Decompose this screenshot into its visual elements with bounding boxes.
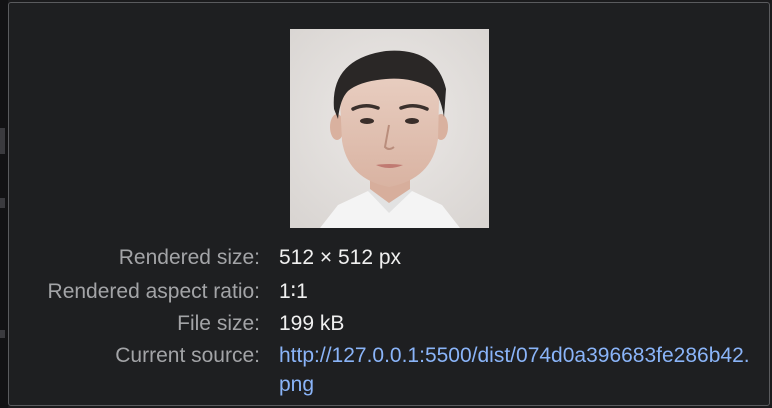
file-size-value: 199 kB (279, 312, 345, 335)
current-source-link[interactable]: http://127.0.0.1:5500/dist/074d0a396683f… (279, 341, 759, 399)
aspect-ratio-label: Rendered aspect ratio: (47, 280, 260, 303)
current-source-label: Current source: (115, 344, 260, 367)
rendered-size-value: 512 × 512 px (279, 246, 402, 269)
image-preview (290, 29, 489, 228)
rendered-size-row: Rendered size: 512 × 512 px (9, 243, 769, 273)
aspect-ratio-value: 1∶1 (279, 280, 308, 303)
rendered-size-label: Rendered size: (118, 246, 260, 269)
edge-mark (0, 128, 5, 154)
portrait-image (290, 29, 489, 228)
aspect-ratio-row: Rendered aspect ratio: 1∶1 (9, 277, 769, 307)
current-source-row: Current source: http://127.0.0.1:5500/di… (9, 341, 769, 401)
file-size-label: File size: (177, 312, 260, 335)
file-size-row: File size: 199 kB (9, 309, 769, 339)
devtools-stage: Rendered size: 512 × 512 px Rendered asp… (0, 0, 772, 408)
image-info-tooltip: Rendered size: 512 × 512 px Rendered asp… (8, 2, 770, 406)
edge-mark (0, 198, 5, 208)
